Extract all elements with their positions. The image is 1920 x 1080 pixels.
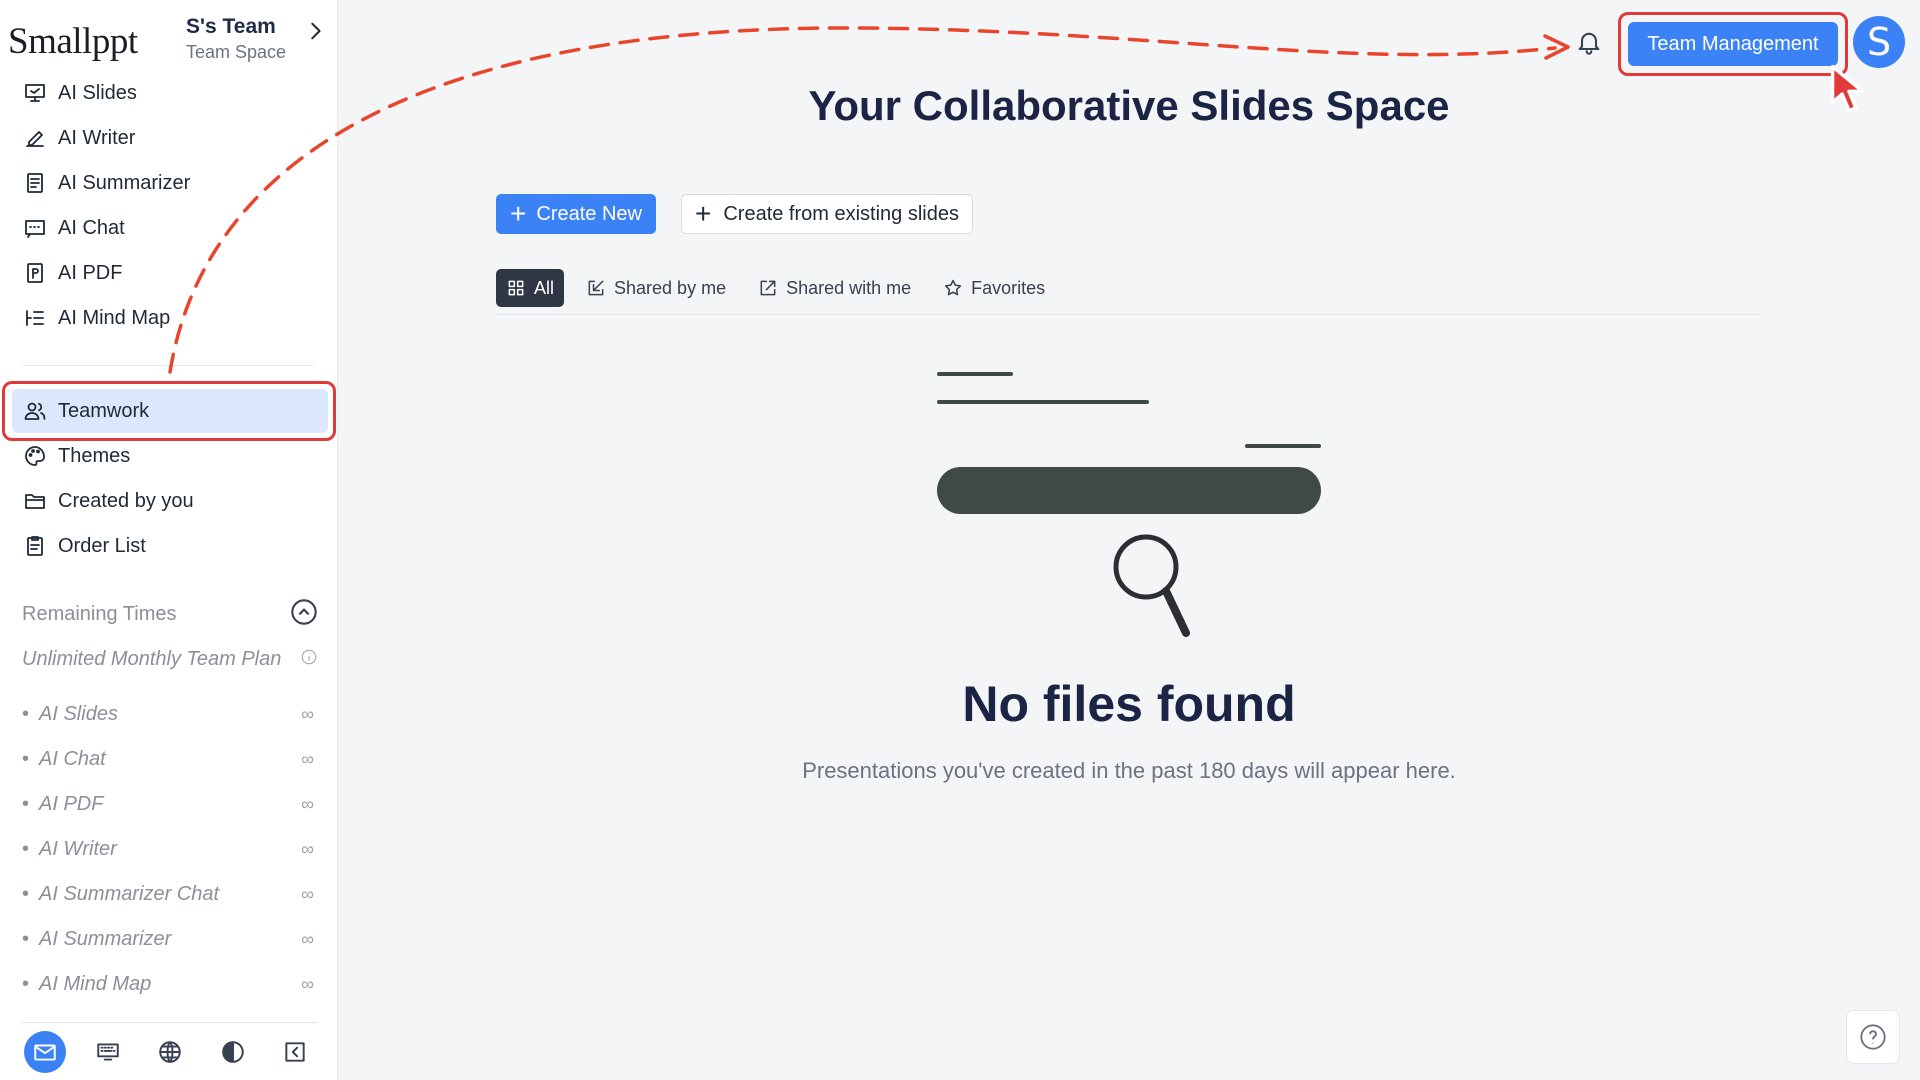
list-item: • AI PDF ∞ <box>22 793 314 815</box>
sidebar-item-ai-writer[interactable]: AI Writer <box>12 116 328 160</box>
list-item: • AI Writer ∞ <box>22 838 314 860</box>
create-from-existing-button[interactable]: + Create from existing slides <box>681 194 973 234</box>
list-item: • AI Chat ∞ <box>22 748 314 770</box>
sidebar-item-created-by-you[interactable]: Created by you <box>12 479 328 523</box>
sidebar-item-ai-pdf[interactable]: AI PDF <box>12 251 328 295</box>
share-out-icon <box>588 280 604 296</box>
info-icon[interactable] <box>300 648 318 671</box>
pdf-icon <box>22 260 48 286</box>
teamwork-highlight-annotation <box>2 381 336 441</box>
remaining-times-title: Remaining Times <box>22 602 177 625</box>
mindmap-icon <box>22 305 48 331</box>
filter-tabs: All Shared by me Shared with me Favorite… <box>496 268 1067 308</box>
brand-header: Smallppt S's Team Team Space <box>8 14 328 64</box>
sidebar-item-label: AI Summarizer <box>58 171 191 194</box>
chevron-right-icon[interactable] <box>304 20 326 42</box>
presentation-icon <box>22 80 48 106</box>
team-subtitle: Team Space <box>186 42 287 62</box>
quota-value: ∞ <box>301 884 314 904</box>
sidebar-item-label: AI PDF <box>58 261 123 284</box>
sidebar-item-ai-slides[interactable]: AI Slides <box>12 71 328 115</box>
quota-label: AI Writer <box>39 838 117 860</box>
empty-state-illustration <box>937 372 1321 637</box>
bell-icon[interactable] <box>1575 28 1605 58</box>
sidebar-item-label: AI Mind Map <box>58 306 171 329</box>
mail-icon[interactable] <box>24 1030 66 1073</box>
list-item: • AI Summarizer Chat ∞ <box>22 883 314 905</box>
help-button[interactable] <box>1846 1010 1900 1064</box>
quota-value: ∞ <box>301 929 314 949</box>
tab-label: All <box>534 277 555 298</box>
plus-icon: + <box>694 198 712 229</box>
quota-label: AI PDF <box>39 793 104 815</box>
tab-label: Shared with me <box>786 277 912 298</box>
quota-label: AI Summarizer Chat <box>39 883 220 905</box>
sidebar-item-ai-summarizer[interactable]: AI Summarizer <box>12 161 328 205</box>
tab-favorites[interactable]: Favorites <box>933 269 1055 307</box>
sidebar-footer <box>22 1022 318 1080</box>
tab-shared-with-me[interactable]: Shared with me <box>748 269 921 307</box>
create-existing-label: Create from existing slides <box>723 202 959 225</box>
sidebar-item-label: AI Writer <box>58 126 136 149</box>
quota-value: ∞ <box>301 704 314 724</box>
sidebar-item-ai-mind-map[interactable]: AI Mind Map <box>12 296 328 340</box>
avatar[interactable]: S <box>1853 16 1905 68</box>
team-switcher[interactable]: S's Team Team Space <box>186 14 286 64</box>
page-title: Your Collaborative Slides Space <box>808 82 1450 129</box>
keyboard-icon[interactable] <box>87 1031 129 1073</box>
chevron-up-icon[interactable] <box>290 598 318 631</box>
sidebar-item-label: AI Chat <box>58 216 125 239</box>
quota-value: ∞ <box>301 749 314 769</box>
quota-value: ∞ <box>301 839 314 859</box>
list-item: • AI Slides ∞ <box>22 703 314 725</box>
quota-label: AI Summarizer <box>39 928 172 950</box>
document-icon <box>22 170 48 196</box>
empty-state-subtitle: Presentations you've created in the past… <box>802 758 1456 783</box>
quota-label: AI Chat <box>39 748 106 770</box>
app-logo[interactable]: Smallppt <box>8 20 138 63</box>
sidebar-item-label: Themes <box>58 444 131 467</box>
chat-icon <box>22 215 48 241</box>
pen-icon <box>22 125 48 151</box>
quota-list: • AI Slides ∞ • AI Chat ∞ • AI PDF ∞ • AI Write… <box>22 692 318 1007</box>
contrast-icon[interactable] <box>212 1031 254 1073</box>
folder-icon <box>22 488 48 514</box>
tab-all[interactable]: All <box>496 269 565 307</box>
create-new-button[interactable]: + Create New <box>496 194 656 234</box>
tab-shared-by-me[interactable]: Shared by me <box>576 269 736 307</box>
team-management-button[interactable]: Team Management <box>1628 22 1838 66</box>
sidebar-divider <box>22 365 314 366</box>
palette-icon <box>22 443 48 469</box>
list-item: • AI Summarizer ∞ <box>22 928 314 950</box>
grid-icon <box>508 280 524 296</box>
team-name: S's Team <box>186 15 276 38</box>
nav-tools: AI Slides AI Writer AI Summarizer AI Cha… <box>12 71 328 341</box>
plan-row: Unlimited Monthly Team Plan <box>22 648 318 671</box>
sidebar-item-order-list[interactable]: Order List <box>12 524 328 568</box>
sidebar: Smallppt S's Team Team Space AI Slides A… <box>0 0 338 1080</box>
quota-label: AI Mind Map <box>39 973 152 995</box>
quota-value: ∞ <box>301 974 314 994</box>
collapse-icon[interactable] <box>274 1031 316 1073</box>
tab-label: Favorites <box>971 277 1046 298</box>
create-new-label: Create New <box>536 202 642 225</box>
quota-label: AI Slides <box>39 703 118 725</box>
sidebar-item-label: AI Slides <box>58 81 137 104</box>
plan-name: Unlimited Monthly Team Plan <box>22 648 282 670</box>
globe-icon[interactable] <box>149 1031 191 1073</box>
remaining-times-header: Remaining Times <box>22 598 318 630</box>
sidebar-item-label: Order List <box>58 534 146 557</box>
quota-value: ∞ <box>301 794 314 814</box>
sidebar-item-ai-chat[interactable]: AI Chat <box>12 206 328 250</box>
plus-icon: + <box>510 198 527 229</box>
clipboard-icon <box>22 533 48 559</box>
external-link-icon <box>760 280 776 296</box>
sidebar-item-label: Created by you <box>58 489 194 512</box>
empty-state-title: No files found <box>962 676 1296 732</box>
help-icon <box>1860 1024 1886 1050</box>
tabs-divider <box>496 314 1762 315</box>
list-item: • AI Mind Map ∞ <box>22 973 314 995</box>
tab-label: Shared by me <box>614 277 727 298</box>
star-icon <box>945 279 962 296</box>
